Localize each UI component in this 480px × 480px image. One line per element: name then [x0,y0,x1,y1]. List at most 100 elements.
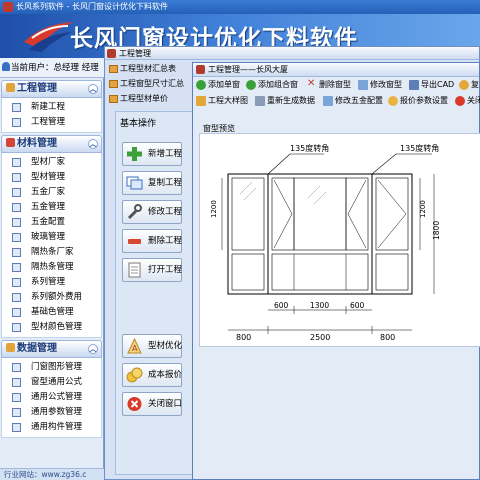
edit-window-type-button[interactable]: 修改窗型 [358,78,402,92]
panel-left-upper [231,177,265,251]
window-icon [107,49,116,58]
delete-icon [128,239,141,244]
list-icon [12,248,21,257]
unit-price-button[interactable]: 工程型材单价 [108,92,168,106]
panel-right-lower [375,253,409,291]
sidebar-item[interactable]: 窗型通用公式 [2,375,101,390]
copy-button[interactable]: 复 [459,78,479,92]
sidebar-group-project-items: 新建工程 工程管理 [1,98,102,133]
toolbar-row-2: 工程大样图 重新生成数据 修改五金配置 报价参数设置 关闭 [193,93,480,109]
open-project-button[interactable]: 打开工程 [122,258,182,282]
copy-icon [126,176,143,190]
sidebar-item[interactable]: 型材厂家 [2,155,101,170]
sidebar-item[interactable]: 基础色管理 [2,305,101,320]
window-icon [196,65,205,74]
project-icon [6,83,15,92]
delete-window-type-button[interactable]: ✕ 删除窗型 [307,78,351,92]
size-summary-button[interactable]: 工程窗型尺寸汇总 [108,77,184,91]
list-icon [12,188,21,197]
quote-settings-button[interactable]: 报价参数设置 [388,94,448,108]
glass-icon [12,233,21,242]
cost-quote-button[interactable]: 成本报价 [122,363,182,387]
edit-project-button[interactable]: 修改工程 [122,200,182,224]
corner-leader-right [371,153,397,175]
glass-mark [239,181,253,195]
sidebar-item[interactable]: 五金管理 [2,200,101,215]
project-drawing-button[interactable]: 工程大样图 [196,94,248,108]
panel-right-frame [371,173,413,295]
regenerate-data-button[interactable]: 重新生成数据 [255,94,315,108]
list-icon [12,203,21,212]
sidebar-group-material[interactable]: 材料管理 ︿ [1,135,102,153]
sidebar-item[interactable]: 门窗图形管理 [2,360,101,375]
sidebar-item[interactable]: 通用构件管理 [2,420,101,435]
add-combo-window-button[interactable]: 添加组合窗 [246,78,298,92]
sidebar-item[interactable]: 系列管理 [2,275,101,290]
export-cad-button[interactable]: 导出CAD [409,78,454,92]
sidebar-item[interactable]: 系列额外费用 [2,290,101,305]
sidebar-item[interactable]: 通用公式管理 [2,390,101,405]
current-user-text: 当前用户：总经理 经理 [11,63,99,73]
sidebar-item[interactable]: 隔热条管理 [2,260,101,275]
close-window-button[interactable]: 关闭窗口 [122,392,182,416]
sidebar-item-project-manage[interactable]: 工程管理 [2,115,101,130]
sidebar-group-data[interactable]: 数据管理 ︿ [1,340,102,358]
sidebar-item[interactable]: 五金厂家 [2,185,101,200]
palette-icon [12,308,21,317]
new-project-button[interactable]: 新增工程 [122,142,182,166]
collapse-icon[interactable]: ︿ [88,139,98,149]
add-icon [196,80,206,90]
delete-project-button[interactable]: 删除工程 [122,229,182,253]
dim-right-inner: 1200 [419,200,427,218]
drawing-icon [196,96,206,106]
sidebar-item[interactable]: 型材管理 [2,170,101,185]
collapse-icon[interactable]: ︿ [88,344,98,354]
panel-left-lower [231,253,265,291]
close-button[interactable]: 关闭 [455,94,480,108]
collapse-icon[interactable]: ︿ [88,84,98,94]
optimize-profile-button[interactable]: A 型材优化 [122,334,182,358]
palette-icon [12,323,21,332]
copy-icon [459,80,469,90]
table-icon [109,80,118,88]
close-icon [127,397,142,411]
glass-mark [243,187,257,201]
window-titlebar: 工程管理——长风大厦 [193,63,479,77]
project-manage-icon [12,118,21,127]
panel-center-lower [271,253,369,291]
status-website[interactable]: 行业网站：www.zg36.c [0,468,104,480]
group-title: 数据管理 [17,343,57,354]
group-title: 工程管理 [17,83,57,94]
window-titlebar: 工程管理 [105,47,479,60]
sidebar-item[interactable]: 通用参数管理 [2,405,101,420]
app-titlebar: 长风系列软件 - 长风门窗设计优化下料软件 [0,0,480,14]
panel-center-frame [267,173,373,295]
edit-hardware-config-button[interactable]: 修改五金配置 [323,94,383,108]
hardware-icon [323,96,333,106]
dim-bottom-inner-2: 1300 [310,301,329,310]
list-icon [12,173,21,182]
sidebar-item[interactable]: 玻璃管理 [2,230,101,245]
new-project-icon [12,103,21,112]
edit-icon [358,80,368,90]
sidebar-item[interactable]: 隔热条厂家 [2,245,101,260]
open-icon [128,262,141,278]
opening-mark-left [273,179,293,249]
wrench-icon [127,204,142,220]
add-single-window-button[interactable]: 添加单窗 [196,78,240,92]
profile-summary-button[interactable]: 工程型材汇总表 [108,62,176,76]
copy-project-button[interactable]: 复制工程 [122,171,182,195]
corner-label-left: 135度转角 [290,143,329,153]
book-icon [12,378,21,387]
sidebar-item[interactable]: 型材颜色管理 [2,320,101,335]
basic-operations-panel: 基本操作 新增工程 复制工程 修改工程 删除工程 打开工程 A 型材优化 成本报… [115,111,197,475]
sidebar-item[interactable]: 五金配置 [2,215,101,230]
list-icon [12,278,21,287]
opening-mark-right [347,179,367,249]
window-title: 工程管理 [119,49,151,58]
sash-center-left [271,177,295,251]
sidebar-item-new-project[interactable]: 新建工程 [2,100,101,115]
dim-left-inner: 1200 [210,200,218,218]
dim-right-outer: 1800 [432,221,441,240]
sidebar-group-project[interactable]: 工程管理 ︿ [1,80,102,98]
